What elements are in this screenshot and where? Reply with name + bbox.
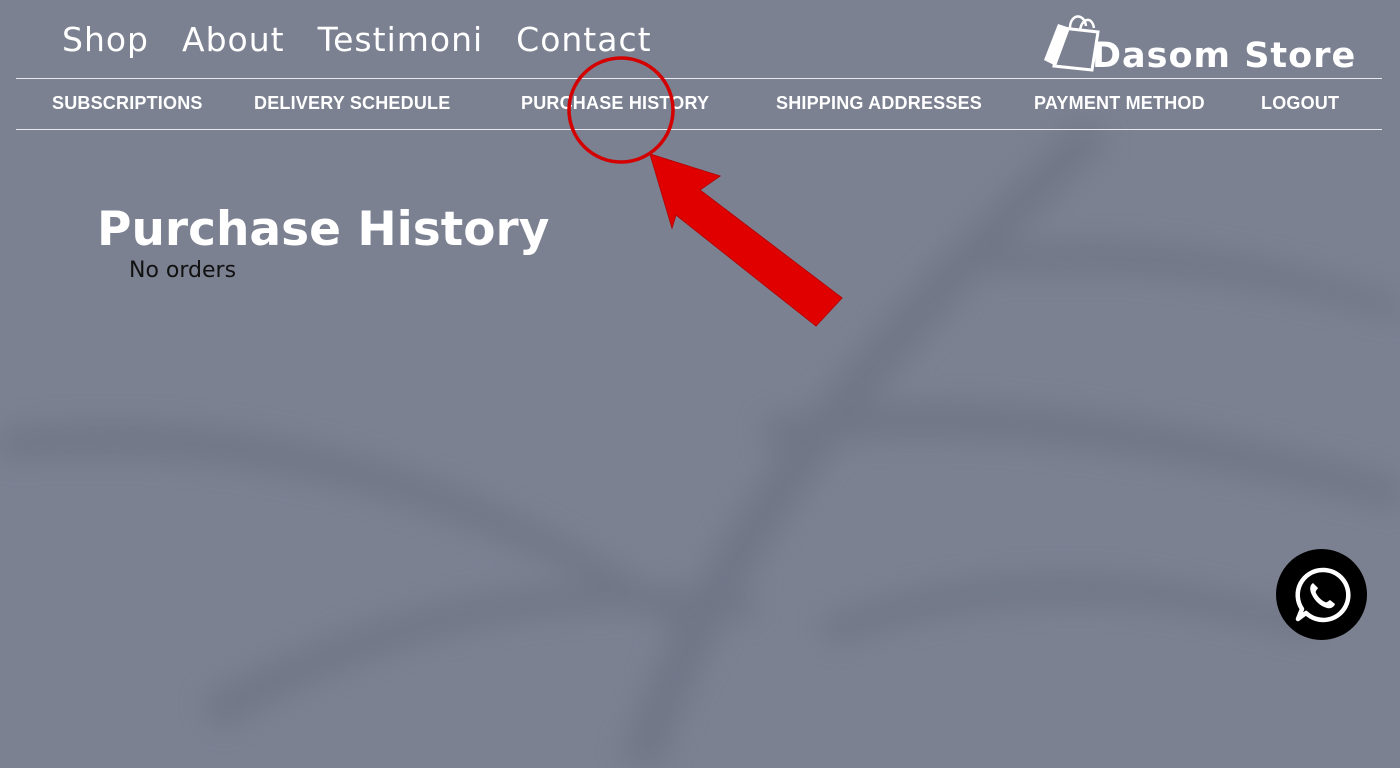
header-divider-bottom: [16, 129, 1382, 130]
store-logo[interactable]: Dasom Store: [1040, 8, 1360, 80]
nav-link-contact[interactable]: Contact: [516, 18, 651, 62]
nav-link-shop[interactable]: Shop: [62, 18, 149, 62]
tab-delivery-schedule[interactable]: DELIVERY SCHEDULE: [254, 93, 450, 114]
tab-shipping-addresses[interactable]: SHIPPING ADDRESSES: [776, 93, 982, 114]
nav-link-about[interactable]: About: [182, 18, 285, 62]
nav-link-testimoni[interactable]: Testimoni: [318, 18, 484, 62]
store-name: Dasom Store: [1092, 36, 1357, 76]
tab-subscriptions[interactable]: SUBSCRIPTIONS: [52, 93, 203, 114]
whatsapp-chat-button[interactable]: [1276, 549, 1367, 640]
account-nav: SUBSCRIPTIONS DELIVERY SCHEDULE PURCHASE…: [0, 80, 1400, 128]
pointer-arrow: [649, 153, 843, 327]
tab-purchase-history[interactable]: PURCHASE HISTORY: [521, 93, 709, 114]
whatsapp-icon: [1295, 567, 1351, 622]
tab-payment-method[interactable]: PAYMENT METHOD: [1034, 93, 1205, 114]
main-nav: Shop About Testimoni Contact: [62, 18, 652, 62]
tab-logout[interactable]: LOGOUT: [1261, 93, 1339, 114]
page-title: Purchase History: [97, 202, 550, 257]
empty-orders-message: No orders: [129, 258, 237, 283]
header-divider-top: [16, 78, 1382, 79]
